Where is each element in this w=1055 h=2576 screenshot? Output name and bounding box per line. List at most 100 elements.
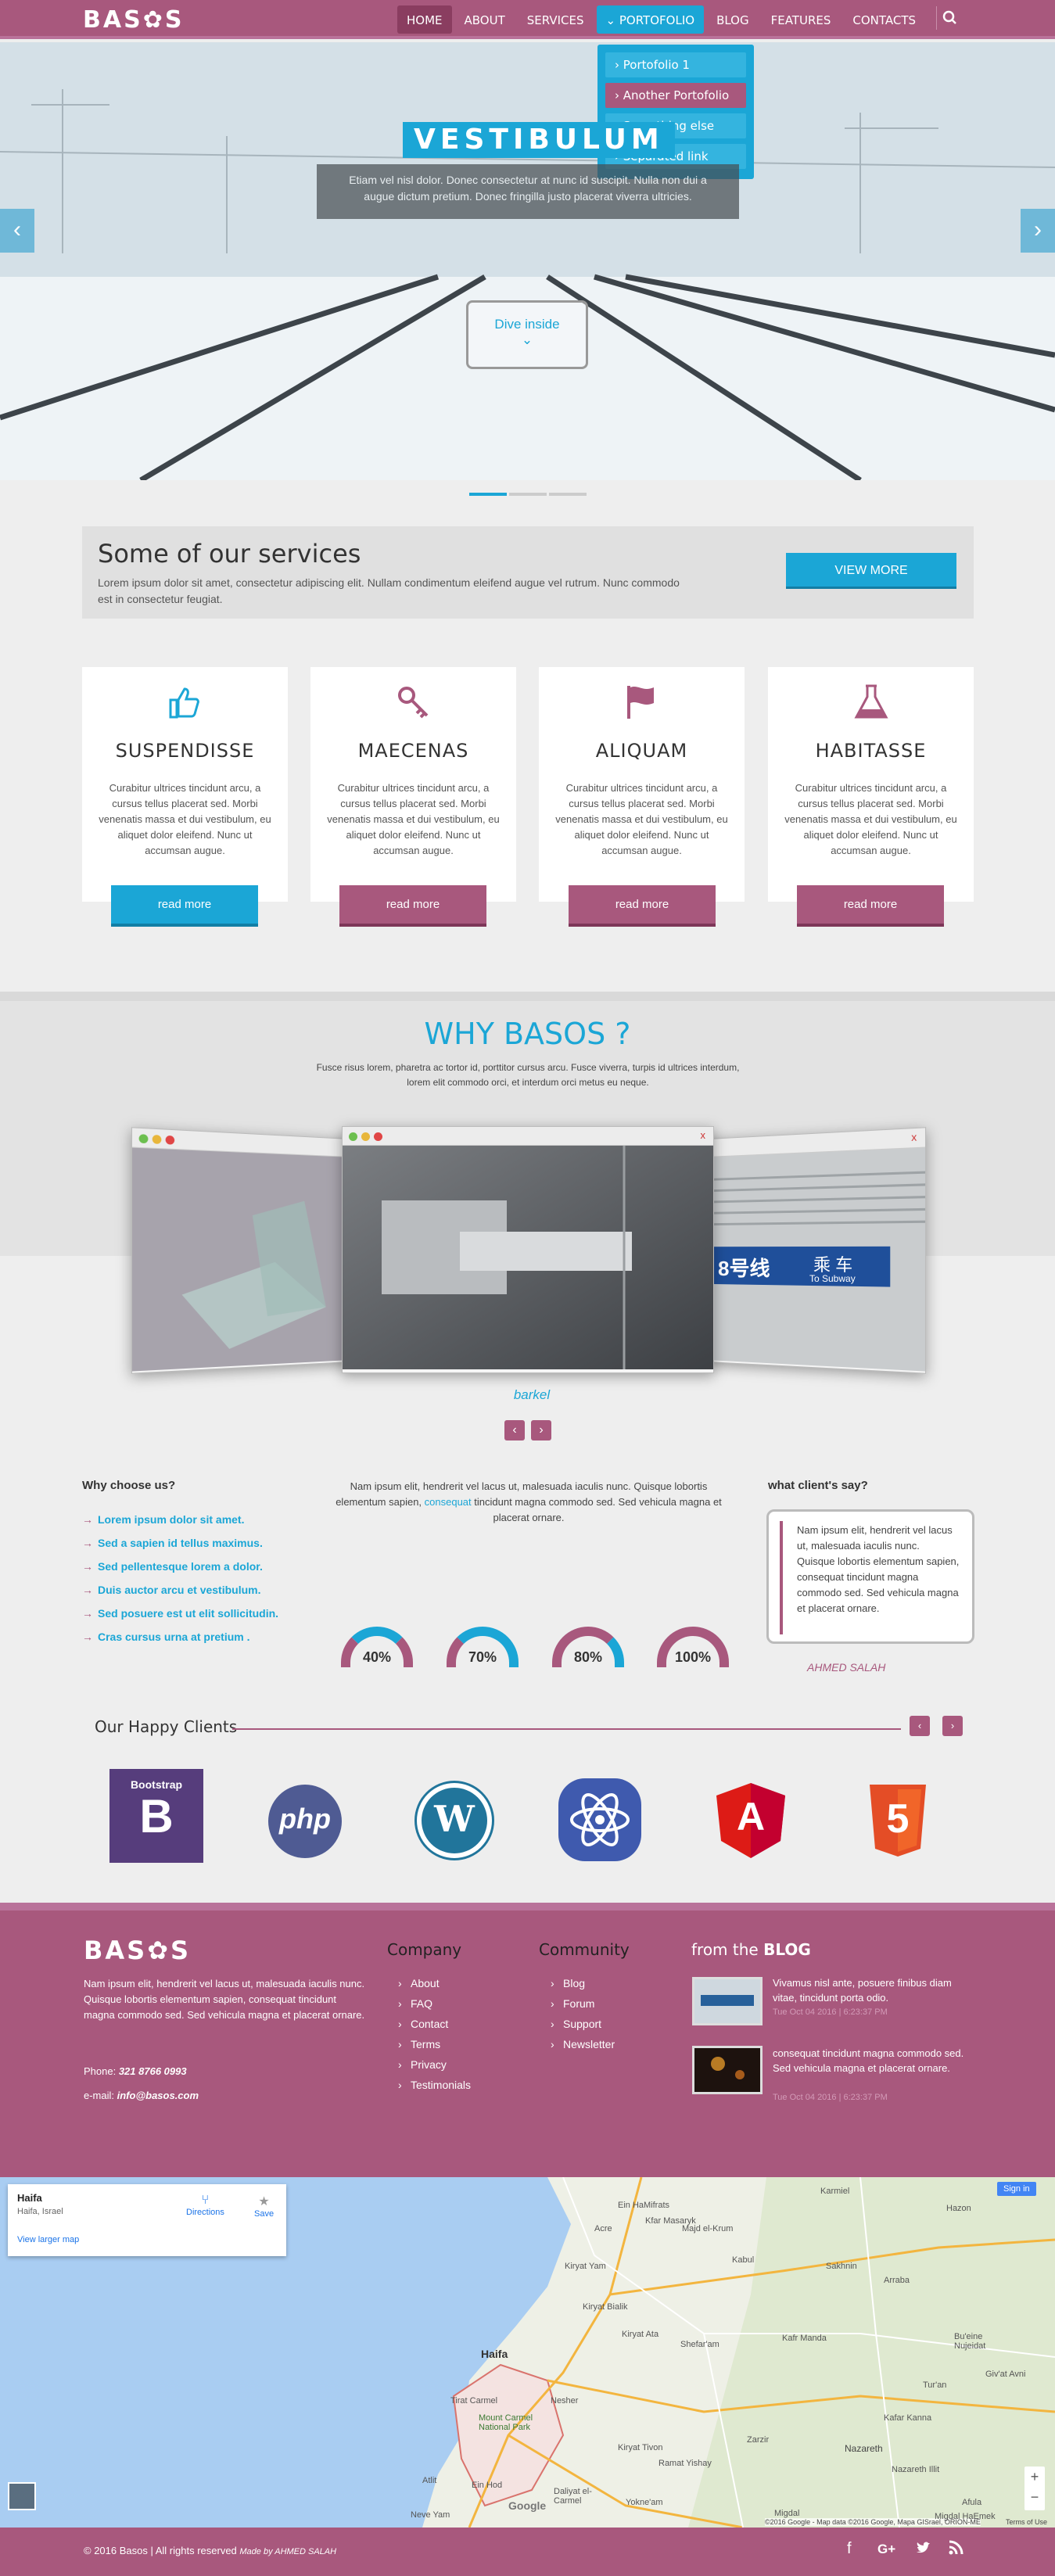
footer-link[interactable]: Terms xyxy=(398,2038,471,2050)
footer-link[interactable]: Blog xyxy=(551,1977,615,1989)
list-item[interactable]: Lorem ipsum dolor sit amet. xyxy=(82,1513,278,1526)
nav-features[interactable]: FEATURES xyxy=(762,5,841,34)
card-text: Curabitur ultrices tincidunt arcu, a cur… xyxy=(82,762,288,859)
copyright-text: © 2016 Basos | All rights reserved xyxy=(84,2545,239,2556)
dropdown-item-portofolio-1[interactable]: › Portofolio 1 xyxy=(605,52,746,77)
read-more-button[interactable]: read more xyxy=(569,885,716,927)
footer-link[interactable]: Newsletter xyxy=(551,2038,615,2050)
map-city: Kiryat Tivon xyxy=(618,2443,662,2452)
showcase-prev-button[interactable]: ‹ xyxy=(504,1420,525,1440)
html5-logo[interactable]: 5 xyxy=(867,1783,929,1858)
slider-indicator-2[interactable] xyxy=(509,493,547,496)
gauge-label: 80% xyxy=(562,1636,615,1666)
react-logo[interactable] xyxy=(557,1777,643,1863)
directions-button[interactable]: ⑂ Directions xyxy=(186,2194,224,2217)
rss-icon[interactable] xyxy=(948,2540,963,2556)
list-item[interactable]: Sed pellentesque lorem a dolor. xyxy=(82,1560,278,1573)
footer-link[interactable]: Privacy xyxy=(398,2058,471,2071)
list-item[interactable]: Sed a sapien id tellus maximus. xyxy=(82,1537,278,1549)
map-city: Ein HaMifrats xyxy=(618,2201,669,2210)
blog-thumbnail[interactable] xyxy=(692,1977,763,2025)
showcase-window-center[interactable]: x xyxy=(342,1126,714,1373)
consequat-link[interactable]: consequat xyxy=(425,1496,472,1508)
bootstrap-logo[interactable]: Bootstrap B xyxy=(109,1769,203,1863)
search-icon[interactable] xyxy=(936,6,960,30)
footer-link[interactable]: Support xyxy=(551,2018,615,2030)
nav-services[interactable]: SERVICES xyxy=(518,5,594,34)
slider-indicator-3[interactable] xyxy=(549,493,587,496)
close-icon[interactable]: x xyxy=(701,1129,706,1141)
read-more-button[interactable]: read more xyxy=(339,885,486,927)
list-item[interactable]: Duis auctor arcu et vestibulum. xyxy=(82,1584,278,1596)
clients-next-button[interactable]: › xyxy=(942,1716,963,1736)
nav-contacts[interactable]: CONTACTS xyxy=(843,5,925,34)
footer-link[interactable]: FAQ xyxy=(398,1997,471,2010)
map-place-name: Haifa xyxy=(17,2192,277,2204)
twitter-icon[interactable] xyxy=(915,2540,931,2556)
thumbs-up-icon xyxy=(166,683,205,722)
footer-link[interactable]: Forum xyxy=(551,1997,615,2010)
nav-about[interactable]: ABOUT xyxy=(455,5,515,34)
blog-post-text[interactable]: Vivamus nisl ante, posuere finibus diam … xyxy=(773,1975,968,2005)
sign-line-number: 8号线 xyxy=(718,1253,770,1282)
nav-blog[interactable]: BLOG xyxy=(707,5,759,34)
read-more-button[interactable]: read more xyxy=(111,885,258,927)
google-plus-icon[interactable]: G+ xyxy=(877,2542,895,2557)
save-button[interactable]: ★ Save xyxy=(254,2194,274,2219)
satellite-toggle[interactable] xyxy=(8,2482,36,2510)
html5-5: 5 xyxy=(867,1796,929,1842)
facebook-icon[interactable]: f xyxy=(847,2540,852,2558)
dropdown-label: Another Portofolio xyxy=(623,88,729,102)
blog-post-text[interactable]: consequat tincidunt magna commodo sed. S… xyxy=(773,2046,968,2076)
dive-inside-button[interactable]: Dive inside ⌄ xyxy=(466,300,588,369)
logo[interactable]: BAS✿S xyxy=(83,6,184,34)
gauge-label: 70% xyxy=(456,1636,509,1666)
why-choose-list: Lorem ipsum dolor sit amet. Sed a sapien… xyxy=(82,1513,278,1654)
footer-link[interactable]: Contact xyxy=(398,2018,471,2030)
email-value[interactable]: info@basos.com xyxy=(117,2090,199,2101)
list-item[interactable]: Cras cursus urna at pretium . xyxy=(82,1631,278,1643)
phone-label: Phone: xyxy=(84,2065,119,2077)
zoom-in-button[interactable]: + xyxy=(1024,2467,1045,2487)
hero-slider xyxy=(0,42,1055,480)
angular-logo[interactable]: A xyxy=(713,1781,788,1860)
why-title: WHY BASOS ? xyxy=(0,1017,1055,1051)
map-city: Kiryat Yam xyxy=(565,2262,606,2271)
card-text: Curabitur ultrices tincidunt arcu, a cur… xyxy=(768,762,974,859)
footer-link[interactable]: Testimonials xyxy=(398,2079,471,2091)
wordpress-logo[interactable]: W xyxy=(417,1783,492,1858)
blog-thumbnail[interactable] xyxy=(692,2046,763,2094)
map-city: Tur'an xyxy=(923,2380,946,2390)
list-item[interactable]: Sed posuere est ut elit sollicitudin. xyxy=(82,1607,278,1620)
slider-next-button[interactable]: › xyxy=(1021,209,1055,253)
showcase-window-left[interactable] xyxy=(131,1127,349,1374)
footer-logo[interactable]: BAS✿S xyxy=(84,1936,191,1965)
testimonial-author: AHMED SALAH xyxy=(807,1661,885,1674)
key-icon xyxy=(394,683,433,722)
blog-post-date: Tue Oct 04 2016 | 6:23:37 PM xyxy=(773,2093,888,2102)
slider-prev-button[interactable]: ‹ xyxy=(0,209,34,253)
close-icon[interactable]: x xyxy=(911,1131,917,1143)
map-city: Nazareth xyxy=(845,2443,883,2454)
map-city: Shefar'am xyxy=(680,2340,719,2349)
nav-home[interactable]: HOME xyxy=(397,5,452,34)
zoom-controls[interactable]: + − xyxy=(1024,2467,1045,2510)
read-more-button[interactable]: read more xyxy=(797,885,944,927)
zoom-out-button[interactable]: − xyxy=(1024,2487,1045,2507)
showcase-window-right[interactable]: x xyxy=(709,1127,926,1374)
slider-indicator-1[interactable] xyxy=(469,493,507,496)
made-by: Made by AHMED SALAH xyxy=(239,2547,336,2556)
nav-portofolio[interactable]: ⌄ PORTOFOLIO xyxy=(597,5,705,34)
blog-post-date: Tue Oct 04 2016 | 6:23:37 PM xyxy=(773,2007,888,2017)
map-city: Kafar Kanna xyxy=(884,2413,931,2423)
php-logo[interactable]: php xyxy=(268,1785,342,1858)
dropdown-item-another-portofolio[interactable]: › Another Portofolio xyxy=(605,83,746,108)
view-more-button[interactable]: VIEW MORE xyxy=(786,553,956,589)
sign-in-button[interactable]: Sign in xyxy=(997,2182,1036,2196)
showcase-next-button[interactable]: › xyxy=(531,1420,551,1440)
clients-prev-button[interactable]: ‹ xyxy=(910,1716,930,1736)
footer-link[interactable]: About xyxy=(398,1977,471,1989)
view-larger-map-link[interactable]: View larger map xyxy=(17,2235,277,2244)
map-terms[interactable]: Terms of Use xyxy=(1006,2518,1047,2526)
react-icon xyxy=(557,1777,643,1863)
